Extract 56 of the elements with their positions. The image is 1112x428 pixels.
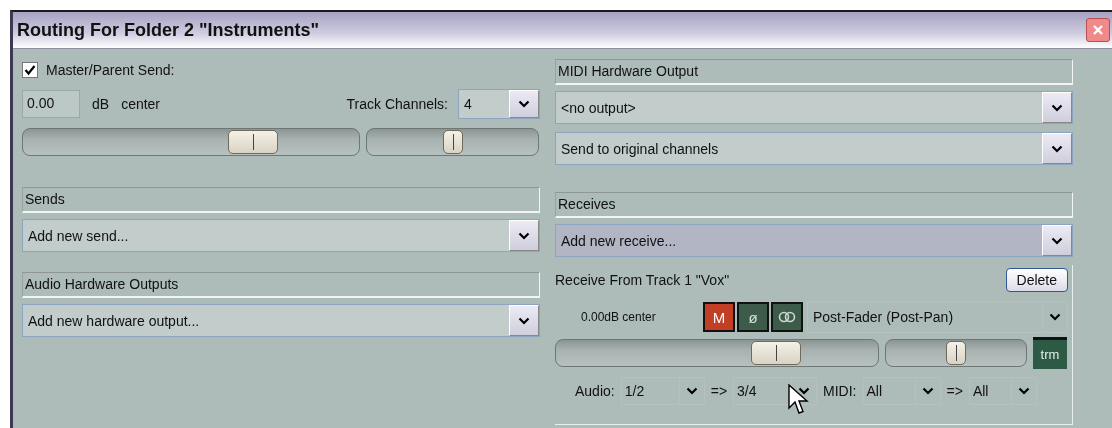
caret-icon [518, 231, 530, 240]
section-header: Audio Hardware Outputs [22, 272, 540, 298]
pan-label: center [121, 96, 161, 112]
midi-channel-dropdown[interactable]: Send to original channels [555, 132, 1073, 165]
checkbox-label: Master/Parent Send: [46, 62, 175, 78]
send-mode-dropdown[interactable]: Post-Fader (Post-Pan) [807, 301, 1068, 333]
slider-thumb[interactable] [946, 341, 966, 365]
unit-label: dB [92, 96, 110, 112]
send-dropdown[interactable]: Add new send... [22, 219, 540, 252]
receive-dropdown[interactable]: Add new receive... [555, 224, 1073, 257]
linked-circles-icon [778, 311, 796, 323]
midi-output-dropdown[interactable]: <no output> [555, 91, 1073, 124]
volume-slider[interactable] [555, 339, 879, 367]
caret-icon [518, 100, 530, 108]
receive-title: Receive From Track 1 "Vox" [555, 272, 730, 288]
midi-source-dropdown[interactable]: All [862, 377, 941, 405]
caret-icon [685, 387, 698, 395]
trim-button[interactable]: trm [1033, 337, 1067, 369]
close-button[interactable] [1086, 18, 1110, 42]
pan-slider[interactable] [885, 339, 1027, 367]
channels-dropdown[interactable]: 4 [458, 89, 540, 119]
audio-label: Audio: [575, 383, 615, 399]
volume-slider[interactable] [22, 128, 360, 156]
stereo-button[interactable] [771, 302, 803, 332]
arrow-label: => [946, 383, 963, 399]
section-header: Sends [22, 187, 540, 213]
slider-thumb[interactable] [750, 341, 801, 365]
volume-field[interactable]: 0.00 [22, 90, 80, 118]
slider-thumb[interactable] [228, 130, 279, 154]
caret-icon [921, 387, 934, 395]
window-title: Routing For Folder 2 "Instruments" [17, 19, 320, 41]
midi-destination-dropdown[interactable]: All [968, 377, 1037, 405]
midi-label: MIDI: [823, 383, 857, 399]
phase-button[interactable]: ø [737, 302, 769, 332]
pan-slider[interactable] [366, 128, 539, 156]
close-icon [1092, 24, 1104, 36]
checkbox[interactable] [22, 62, 38, 78]
mute-button[interactable]: M [703, 302, 735, 332]
caret-icon [1017, 387, 1030, 395]
channels-label: Track Channels: [346, 96, 448, 112]
caret-icon [1051, 103, 1063, 112]
hardware-output-dropdown[interactable]: Add new hardware output... [22, 304, 540, 337]
section-header: Receives [555, 192, 1073, 218]
caret-icon [798, 387, 811, 395]
caret-icon [1051, 144, 1063, 153]
slider-thumb[interactable] [442, 130, 463, 154]
volume-readout: 0.00dB center [580, 310, 657, 324]
caret-icon [518, 316, 530, 325]
caret-icon [1051, 236, 1063, 245]
audio-destination-dropdown[interactable]: 3/4 [733, 377, 818, 405]
section-header: MIDI Hardware Output [555, 59, 1073, 85]
arrow-label: => [710, 383, 728, 399]
caret-icon [1049, 313, 1061, 321]
audio-source-dropdown[interactable]: 1/2 [620, 377, 705, 405]
mouse-cursor-icon [788, 384, 810, 416]
delete-button[interactable]: Delete [1005, 268, 1068, 292]
